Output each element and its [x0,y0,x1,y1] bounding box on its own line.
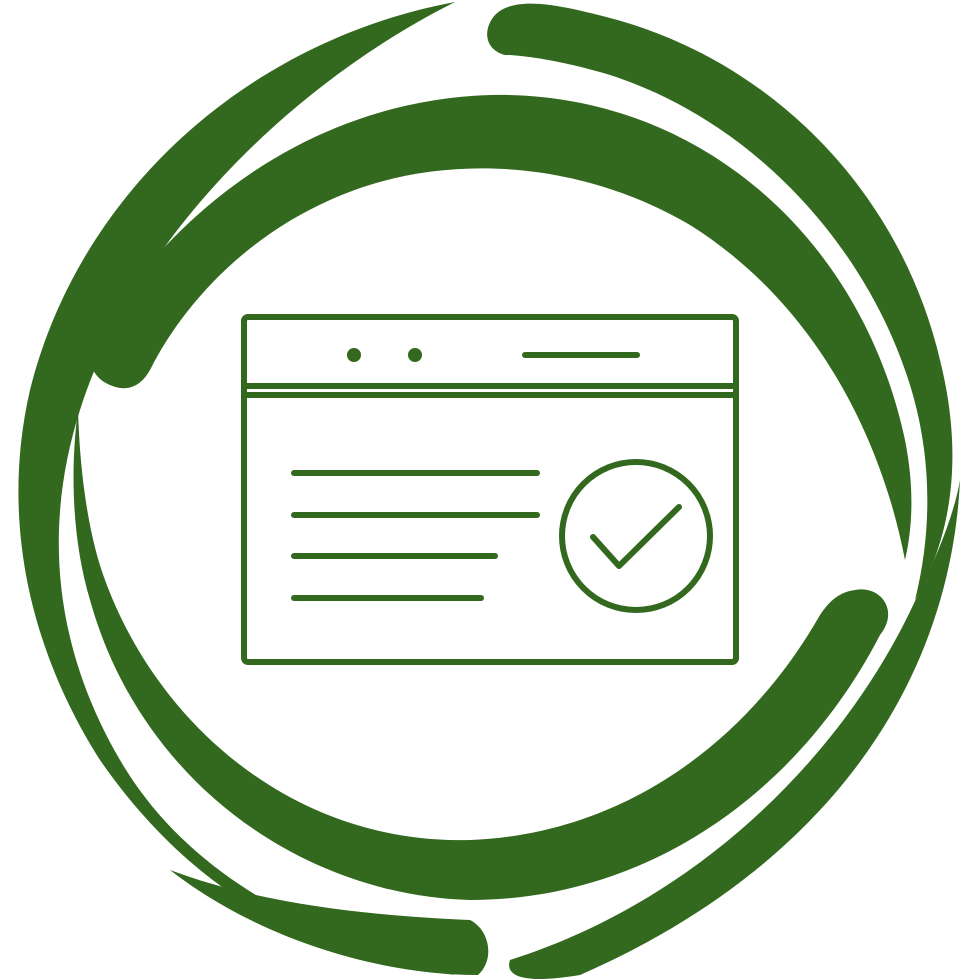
swirl-segment-top-right [487,3,953,601]
checkmark-tick [590,504,682,569]
browser-window-icon [241,314,739,665]
swirl-ring-icon [18,2,960,980]
verified-webpage-icon [0,0,980,980]
browser-dot-1 [347,348,361,362]
checkmark-circle-icon [559,459,713,613]
browser-frame [241,314,739,665]
browser-dot-2 [408,348,422,362]
icon-canvas [18,2,960,980]
checkmark-circle [559,459,713,613]
